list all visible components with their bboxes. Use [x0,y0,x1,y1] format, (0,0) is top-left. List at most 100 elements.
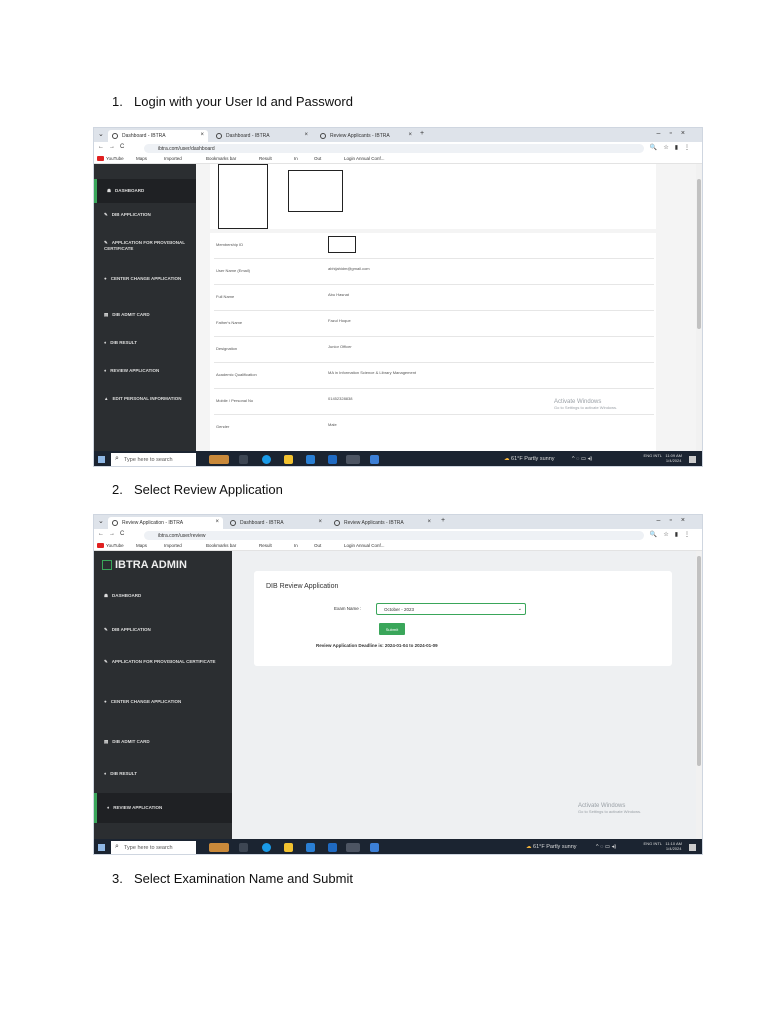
sidebar-item-edit-personal-info[interactable]: ▲ EDIT PERSONAL INFORMATION [94,396,196,402]
bookmark-login[interactable]: Login Annual Conf... [344,156,385,161]
sidebar-item-provisional-certificate[interactable]: ✎ APPLICATION FOR PROVISIONAL CERTIFICATE [94,659,232,665]
chrome-icon[interactable] [346,455,360,464]
browser-action-icons[interactable]: 🔍☆▮⋮ [650,144,696,151]
sidebar-item-dib-application[interactable]: ✎ DIB APPLICATION [94,627,232,633]
sidebar-item-review-application[interactable]: ♦ REVIEW APPLICATION [94,793,232,823]
file-explorer-icon[interactable] [284,843,293,852]
bookmark-result[interactable]: Result [259,156,272,161]
bookmark-in[interactable]: In [294,543,298,548]
close-icon[interactable]: × [200,132,204,138]
weather-widget[interactable]: ☁ 61°F Partly sunny [526,844,577,850]
sidebar-item-dib-application[interactable]: ✎ DIB APPLICATION [94,212,196,218]
sidebar-item-center-change[interactable]: ● CENTER CHANGE APPLICATION [94,699,232,705]
task-view-icon[interactable] [239,455,248,464]
bookmark-youtube[interactable]: YouTube [97,543,124,549]
bookmark-youtube[interactable]: YouTube [97,156,124,162]
step-number: 1. [112,94,123,109]
bookmark-imported[interactable]: Imported [164,543,182,548]
app-icon[interactable] [370,843,379,852]
globe-icon [112,133,118,139]
submit-button[interactable]: Submit [379,623,405,635]
task-view-icon[interactable] [239,843,248,852]
redacted-membership-id [328,236,356,253]
url-field[interactable]: ibtra.com/user/review [144,531,644,540]
system-tray-icons[interactable]: ^ ◌ ▭ ◂) [572,456,592,462]
sidebar-item-dashboard[interactable]: ☗ DASHBOARD [94,179,196,203]
edge-icon[interactable] [262,843,271,852]
taskbar-widget-icon[interactable] [209,455,229,464]
sidebar-item-dib-result[interactable]: ♦ DIB RESULT [94,340,196,346]
brand-logo[interactable]: IBTRA ADMIN [102,559,187,571]
tab-search-icon[interactable]: ⌄ [98,130,104,138]
browser-tab[interactable]: Dashboard - IBTRA × [108,130,208,142]
browser-tab[interactable]: Dashboard - IBTRA × [226,517,326,529]
user-icon: ▲ [104,396,109,401]
sidebar-item-review-application[interactable]: ♦ REVIEW APPLICATION [94,368,196,374]
sidebar-item-dib-result[interactable]: ♦ DIB RESULT [94,771,232,777]
new-tab-icon[interactable]: + [441,517,445,524]
sidebar-item-center-change[interactable]: ● CENTER CHANGE APPLICATION [94,276,196,282]
sidebar-item-admit-card[interactable]: ▤ DIB ADMIT CARD [94,312,196,318]
notification-icon[interactable] [689,456,696,463]
tab-search-icon[interactable]: ⌄ [98,517,104,525]
sidebar-item-dashboard[interactable]: ☗ DASHBOARD [94,593,232,599]
windows-start-icon[interactable] [98,844,105,851]
close-icon[interactable]: × [318,519,322,525]
close-icon[interactable]: × [408,132,412,138]
close-icon[interactable]: × [215,519,219,525]
exam-name-select[interactable]: October - 2023 ⌄ [376,603,526,615]
url-field[interactable]: ibtra.com/user/dashboard [144,144,644,153]
taskbar-search[interactable]: ⌕ Type here to search [111,841,196,854]
bookmark-folder[interactable]: Bookmarks bar [206,156,236,161]
bookmarks-bar: YouTube Maps Imported Bookmarks bar Resu… [94,541,702,551]
browser-tab[interactable]: Review Applicants - IBTRA × [316,130,416,142]
bookmark-in[interactable]: In [294,156,298,161]
mail-icon[interactable] [328,455,337,464]
system-tray-icons[interactable]: ^ ◌ ▭ ◂) [596,844,616,850]
bookmark-maps[interactable]: Maps [136,156,147,161]
input-language[interactable]: ENG INTL [644,841,662,846]
user-icon: ● [104,276,107,281]
screenshot-review-application: ⌄ Review Application - IBTRA × Dashboard … [93,514,703,855]
bookmark-login[interactable]: Login Annual Conf... [344,543,385,548]
new-tab-icon[interactable]: + [420,130,424,137]
taskbar-search[interactable]: ⌕ Type here to search [111,453,196,466]
weather-widget[interactable]: ☁ 61°F Partly sunny [504,456,555,462]
file-explorer-icon[interactable] [284,455,293,464]
store-icon[interactable] [306,455,315,464]
window-controls[interactable]: –▫× [657,130,694,137]
window-controls[interactable]: –▫× [657,517,694,524]
input-language[interactable]: ENG INTL [644,453,662,458]
taskbar-widget-icon[interactable] [209,843,229,852]
nav-icons[interactable]: ←→C [98,144,129,150]
sidebar-item-admit-card[interactable]: ▤ DIB ADMIT CARD [94,739,232,745]
app-icon[interactable] [370,455,379,464]
bookmark-out[interactable]: Out [314,543,321,548]
bookmark-result[interactable]: Result [259,543,272,548]
browser-tab[interactable]: Review Applicants - IBTRA × [330,517,435,529]
close-icon[interactable]: × [304,132,308,138]
bookmark-out[interactable]: Out [314,156,321,161]
taskbar-clock[interactable]: 11:10 AM 1/4/2024 [665,841,682,851]
browser-tab[interactable]: Dashboard - IBTRA × [212,130,312,142]
bookmark-imported[interactable]: Imported [164,156,182,161]
bookmark-maps[interactable]: Maps [136,543,147,548]
page-scrollbar[interactable] [696,551,702,839]
taskbar-clock[interactable]: 11:09 AM 1/4/2024 [665,453,682,463]
page-scrollbar[interactable] [696,164,702,451]
trophy-icon: ♦ [107,805,110,810]
chrome-icon[interactable] [346,843,360,852]
review-card: DIB Review Application Exam Name : Octob… [254,571,672,666]
nav-icons[interactable]: ←→C [98,531,129,537]
browser-action-icons[interactable]: 🔍☆▮⋮ [650,531,696,538]
close-icon[interactable]: × [427,519,431,525]
windows-start-icon[interactable] [98,456,105,463]
edge-icon[interactable] [262,455,271,464]
mail-icon[interactable] [328,843,337,852]
sidebar-item-provisional-certificate[interactable]: ✎ APPLICATION FOR PROVISIONAL CERTIFICATE [94,240,196,252]
browser-tab[interactable]: Review Application - IBTRA × [108,517,223,529]
store-icon[interactable] [306,843,315,852]
bookmark-folder[interactable]: Bookmarks bar [206,543,236,548]
activate-windows-watermark: Activate Windows Go to Settings to activa… [554,399,618,410]
notification-icon[interactable] [689,844,696,851]
